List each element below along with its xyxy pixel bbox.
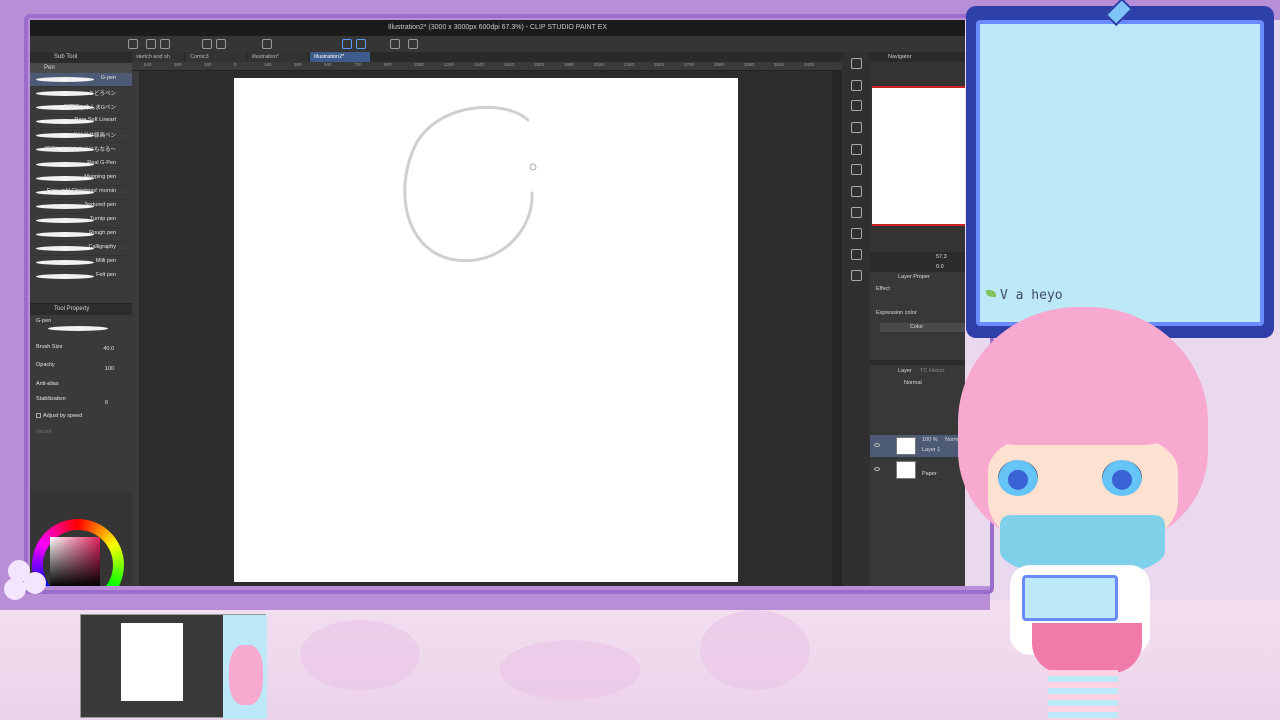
flower-petal — [4, 578, 26, 600]
flower-petal — [24, 572, 46, 594]
flower-decoration — [0, 560, 60, 620]
avatar-right-eye — [1102, 460, 1142, 496]
avatar-tablet — [1022, 575, 1118, 621]
avatar-bangs — [980, 345, 1180, 445]
chat-box: V a heyo — [976, 20, 1264, 326]
cloud-decoration — [700, 610, 810, 690]
cloud-decoration — [500, 640, 640, 700]
cloud-decoration — [300, 620, 420, 690]
avatar-left-eye — [998, 460, 1038, 496]
avatar-legs — [1048, 670, 1118, 720]
webcam-thumbnail — [80, 614, 267, 719]
thumbnail-avatar — [223, 615, 267, 719]
avatar-skirt — [1032, 623, 1142, 673]
overlay-inner-frame — [24, 14, 994, 594]
thumbnail-avatar-hair — [229, 645, 263, 705]
vtuber-avatar — [940, 285, 1220, 720]
thumbnail-canvas — [121, 623, 183, 701]
